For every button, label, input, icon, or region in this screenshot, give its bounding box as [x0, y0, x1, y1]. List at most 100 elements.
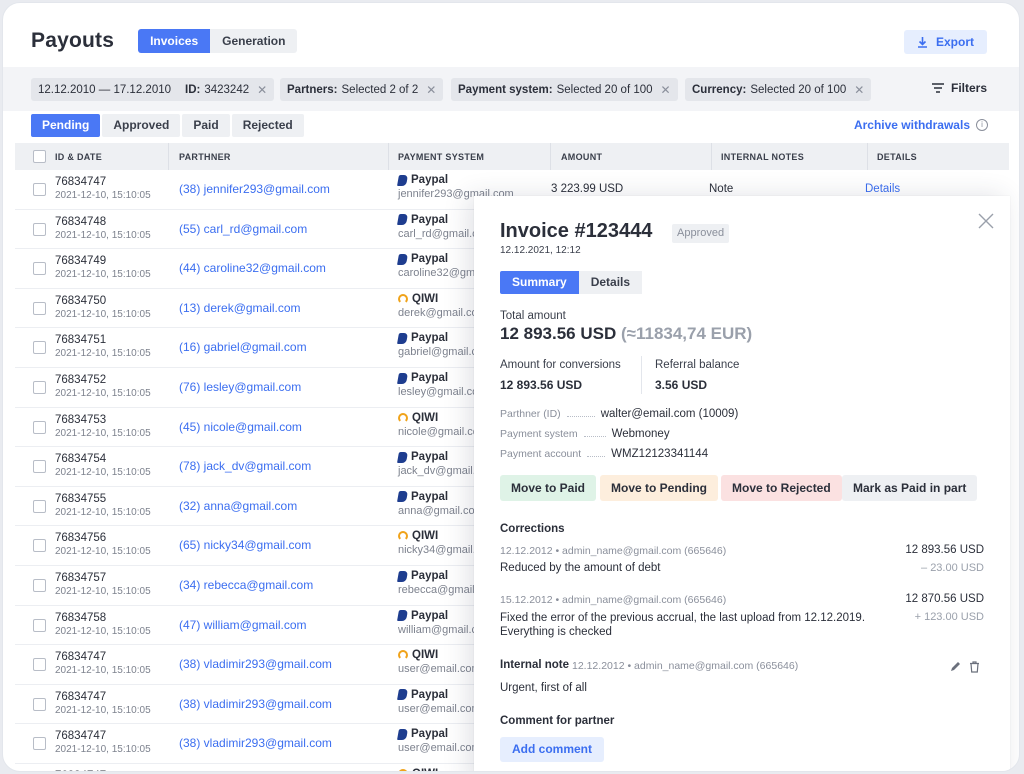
close-icon[interactable]: ✕: [426, 83, 436, 97]
internal-note-text: Urgent, first of all: [500, 682, 587, 694]
row-partner-link[interactable]: (44) caroline32@gmail.com: [179, 261, 326, 275]
row-partner-link[interactable]: (16) gabriel@gmail.com: [179, 340, 307, 354]
row-checkbox[interactable]: [33, 183, 46, 196]
row-partner-link[interactable]: (34) rebecca@gmail.com: [179, 578, 313, 592]
row-id: 76834754: [55, 453, 107, 466]
row-payment-system: Paypal: [397, 451, 449, 464]
row-payment-system: Paypal: [397, 253, 448, 265]
select-all-checkbox[interactable]: [33, 150, 46, 163]
paypal-icon: [397, 372, 408, 384]
divider: [641, 356, 642, 394]
row-partner-link[interactable]: (65) nicky34@gmail.com: [179, 538, 311, 552]
payment-system-name: Paypal: [411, 728, 449, 741]
row-partner-link[interactable]: (32) anna@gmail.com: [179, 499, 297, 513]
internal-note-title: Internal note: [500, 659, 570, 671]
filter-icon: [931, 83, 944, 93]
payment-system-name: Paypal: [411, 570, 449, 582]
row-checkbox[interactable]: [33, 341, 46, 355]
payment-system-name: QIWI: [412, 768, 438, 771]
row-checkbox[interactable]: [33, 420, 46, 434]
tab-rejected[interactable]: Rejected: [231, 114, 304, 137]
row-partner-link[interactable]: (38) vladimir293@gmail.com: [179, 657, 332, 671]
tab-pending[interactable]: Pending: [31, 114, 101, 137]
payment-system-name: QIWI: [412, 649, 439, 662]
move-to-rejected-button[interactable]: Move to Rejected: [721, 475, 842, 501]
filter-chip-id[interactable]: ID: 3423242 ✕: [178, 78, 275, 101]
row-checkbox[interactable]: [33, 737, 46, 751]
row-checkbox[interactable]: [33, 499, 46, 513]
add-comment-button[interactable]: Add comment: [500, 737, 605, 762]
filters-button[interactable]: Filters: [931, 81, 987, 95]
row-checkbox[interactable]: [33, 301, 46, 315]
trash-icon[interactable]: [969, 661, 980, 676]
paypal-icon: [397, 253, 408, 265]
row-id: 76834747: [55, 651, 107, 664]
row-date: 2021-12-10, 15:10:05: [55, 308, 151, 320]
tab-paid[interactable]: Paid: [182, 114, 230, 137]
mark-paid-in-part-button[interactable]: Mark as Paid in part: [842, 475, 978, 501]
tab-approved[interactable]: Approved: [102, 114, 181, 137]
row-partner-link[interactable]: (38) vladimir293@gmail.com: [179, 697, 332, 711]
paypal-icon: [397, 610, 408, 622]
filter-currency-label: Currency:: [692, 83, 747, 96]
filter-chip-date[interactable]: 12.12.2010 — 17.12.2010 ✕: [31, 78, 197, 101]
archive-withdrawals-link[interactable]: Archive withdrawals i: [854, 118, 988, 132]
total-value: 12 893.56 USD: [500, 324, 617, 343]
row-checkbox[interactable]: [33, 460, 46, 474]
status-badge: Approved: [672, 224, 730, 243]
comment-title: Comment for partner: [500, 715, 615, 727]
row-checkbox[interactable]: [33, 697, 46, 711]
row-partner-link[interactable]: (55) carl_rd@gmail.com: [179, 222, 307, 236]
filter-chip-partners[interactable]: Partners: Selected 2 of 2 ✕: [280, 78, 444, 101]
paypal-icon: [397, 570, 408, 582]
correction-diff: – 23.00 USD: [921, 562, 984, 574]
move-to-paid-button[interactable]: Move to Paid: [500, 475, 597, 501]
tab-invoices[interactable]: Invoices: [138, 29, 211, 53]
filter-chip-payment-system[interactable]: Payment system: Selected 20 of 100 ✕: [451, 78, 678, 101]
row-partner-link[interactable]: (78) jack_dv@gmail.com: [179, 459, 311, 473]
row-partner-link[interactable]: (38) vladimir293@gmail.com: [179, 736, 332, 750]
row-partner-link[interactable]: (76) lesley@gmail.com: [179, 380, 301, 394]
page-header: Payouts Invoices Generation: [31, 29, 298, 53]
payment-system-name: Paypal: [411, 451, 449, 464]
row-payment-system: Paypal: [397, 174, 448, 186]
row-date: 2021-12-10, 15:10:05: [55, 190, 151, 201]
row-date: 2021-12-10, 15:10:05: [55, 586, 151, 597]
pencil-icon[interactable]: [950, 661, 961, 675]
row-details-link[interactable]: Details: [865, 183, 900, 195]
row-checkbox[interactable]: [33, 262, 46, 276]
tab-generation[interactable]: Generation: [210, 29, 298, 53]
filter-id-label: ID:: [185, 83, 201, 96]
row-partner-link[interactable]: (47) william@gmail.com: [179, 618, 307, 632]
close-icon[interactable]: ✕: [661, 83, 671, 97]
row-partner-link[interactable]: (13) derek@gmail.com: [179, 301, 301, 315]
row-checkbox[interactable]: [33, 579, 46, 592]
row-checkbox[interactable]: [33, 539, 46, 553]
row-checkbox[interactable]: [33, 222, 46, 236]
row-checkbox[interactable]: [33, 381, 46, 394]
close-icon[interactable]: ✕: [854, 83, 864, 97]
row-checkbox[interactable]: [33, 658, 46, 672]
filter-chip-currency[interactable]: Currency: Selected 20 of 100 ✕: [685, 78, 872, 101]
payment-system-name: Paypal: [411, 609, 449, 622]
row-partner-link[interactable]: (38) jennifer293@gmail.com: [179, 182, 330, 196]
export-button[interactable]: Export: [903, 30, 987, 54]
close-icon[interactable]: [978, 209, 994, 235]
row-partner-link[interactable]: (45) nicole@gmail.com: [179, 420, 302, 434]
row-id: 76834752: [55, 374, 107, 386]
partner-value: walter@email.com (10009): [600, 408, 739, 420]
row-payment-system: Paypal: [397, 689, 448, 701]
payment-account-value: WMZ12123341144: [611, 448, 709, 460]
filter-currency-value: Selected 20 of 100: [750, 83, 847, 96]
payment-system-name: Paypal: [411, 213, 449, 226]
close-icon[interactable]: ✕: [257, 83, 267, 97]
payment-system-value: Webmoney: [611, 428, 670, 440]
status-tabs: Pending Approved Paid Rejected: [31, 114, 304, 137]
tab-summary[interactable]: Summary: [500, 271, 579, 294]
row-date: 2021-12-10, 15:10:05: [55, 546, 151, 558]
move-to-pending-button[interactable]: Move to Pending: [600, 475, 718, 501]
row-checkbox[interactable]: [33, 618, 46, 632]
row-date: 2021-12-10, 15:10:05: [55, 744, 151, 756]
correction-amount: 12 870.56 USD: [905, 593, 984, 605]
tab-details[interactable]: Details: [578, 271, 643, 294]
